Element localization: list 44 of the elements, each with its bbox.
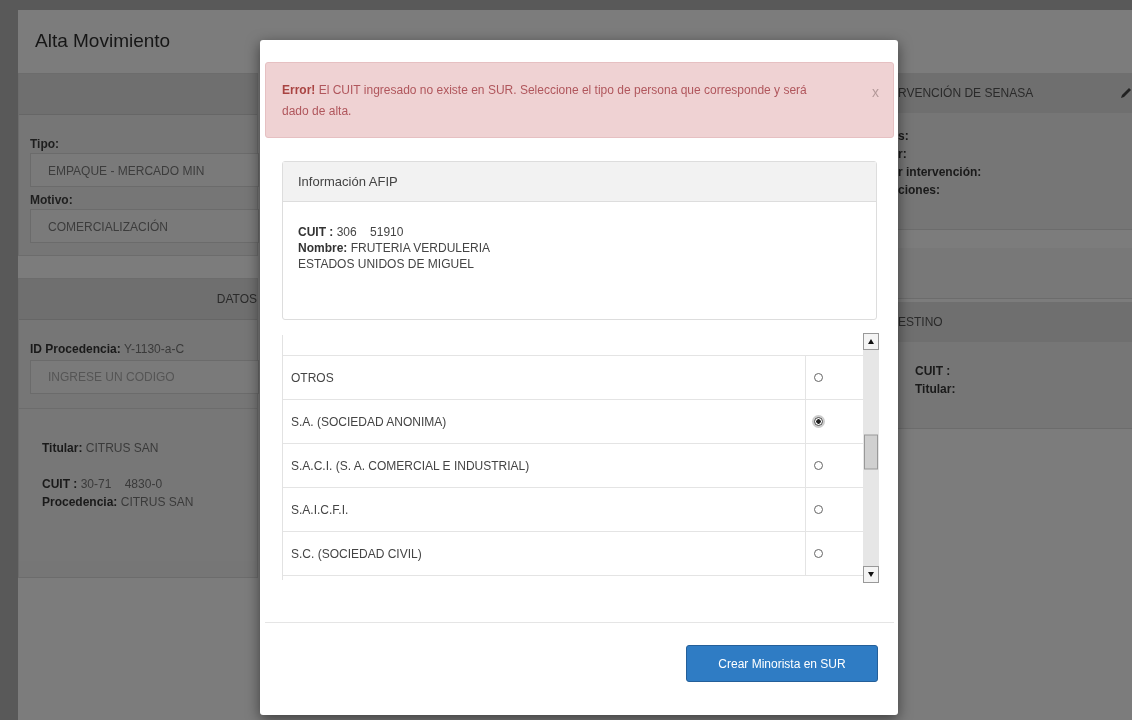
radio-button[interactable] bbox=[814, 417, 823, 426]
panel-header-text: ESTINO bbox=[898, 315, 943, 329]
page-title: Alta Movimiento bbox=[34, 29, 172, 53]
field-label: Titular: bbox=[42, 441, 83, 455]
field-label: r intervención: bbox=[898, 164, 983, 181]
close-button[interactable]: x bbox=[872, 82, 879, 102]
field-value: FRUTERIA VERDULERIA bbox=[350, 241, 491, 255]
field-value: ESTADOS UNIDOS DE MIGUEL bbox=[298, 256, 475, 272]
table-cell: S.A.C.I. (S. A. COMERCIAL E INDUSTRIAL) bbox=[283, 444, 806, 487]
field-label: s: bbox=[898, 128, 910, 145]
pencil-icon[interactable] bbox=[1120, 87, 1132, 99]
panel-header-text: RVENCIÓN DE SENASA bbox=[898, 86, 1034, 100]
select-field[interactable]: COMERCIALIZACIÓN bbox=[30, 209, 259, 243]
field-value: 306 51910 bbox=[336, 225, 404, 239]
panel-header-text: DATOS bbox=[216, 292, 257, 306]
table-cell: OTROS bbox=[283, 356, 806, 399]
field-label: CUIT : bbox=[298, 225, 334, 239]
radio-button[interactable] bbox=[814, 461, 823, 470]
field-label: ciones: bbox=[898, 182, 941, 199]
create-button[interactable]: Crear Minorista en SUR bbox=[686, 645, 878, 682]
field-value: EMPAQUE - MERCADO MIN bbox=[48, 164, 205, 178]
field-label: Tipo: bbox=[30, 137, 61, 151]
table-cell: S.A.I.C.F.I. bbox=[283, 488, 806, 531]
select-field[interactable]: EMPAQUE - MERCADO MIN bbox=[30, 153, 259, 187]
alert-message: Error! El CUIT ingresado no existe en SUR. Seleccione el tipo de persona que corresponde y será dado de alta. bbox=[282, 82, 808, 120]
radio-button[interactable] bbox=[814, 373, 823, 382]
field-value: CITRUS SAN bbox=[85, 441, 159, 455]
field-label: r: bbox=[898, 146, 908, 163]
field-label: CUIT : bbox=[42, 477, 78, 491]
field-label: CUIT : bbox=[915, 363, 952, 380]
field-value: Y-1130-a-C bbox=[124, 342, 185, 356]
field-label: Motivo: bbox=[30, 193, 74, 207]
field-value: CITRUS SAN bbox=[120, 495, 194, 509]
table-cell: S.C. (SOCIEDAD CIVIL) bbox=[283, 532, 806, 575]
radio-button[interactable] bbox=[814, 549, 823, 558]
field-label: Nombre: bbox=[298, 241, 348, 255]
field-label: Procedencia: bbox=[42, 495, 118, 509]
field-value: 30-71 4830-0 bbox=[80, 477, 163, 491]
table-cell: S.A. (SOCIEDAD ANONIMA) bbox=[283, 400, 806, 443]
field-label: Titular: bbox=[915, 381, 957, 398]
field-label: ID Procedencia: bbox=[30, 342, 121, 356]
radio-button[interactable] bbox=[814, 505, 823, 514]
panel-header: Información AFIP bbox=[283, 162, 876, 202]
scrollbar-drawing[interactable] bbox=[863, 333, 879, 583]
